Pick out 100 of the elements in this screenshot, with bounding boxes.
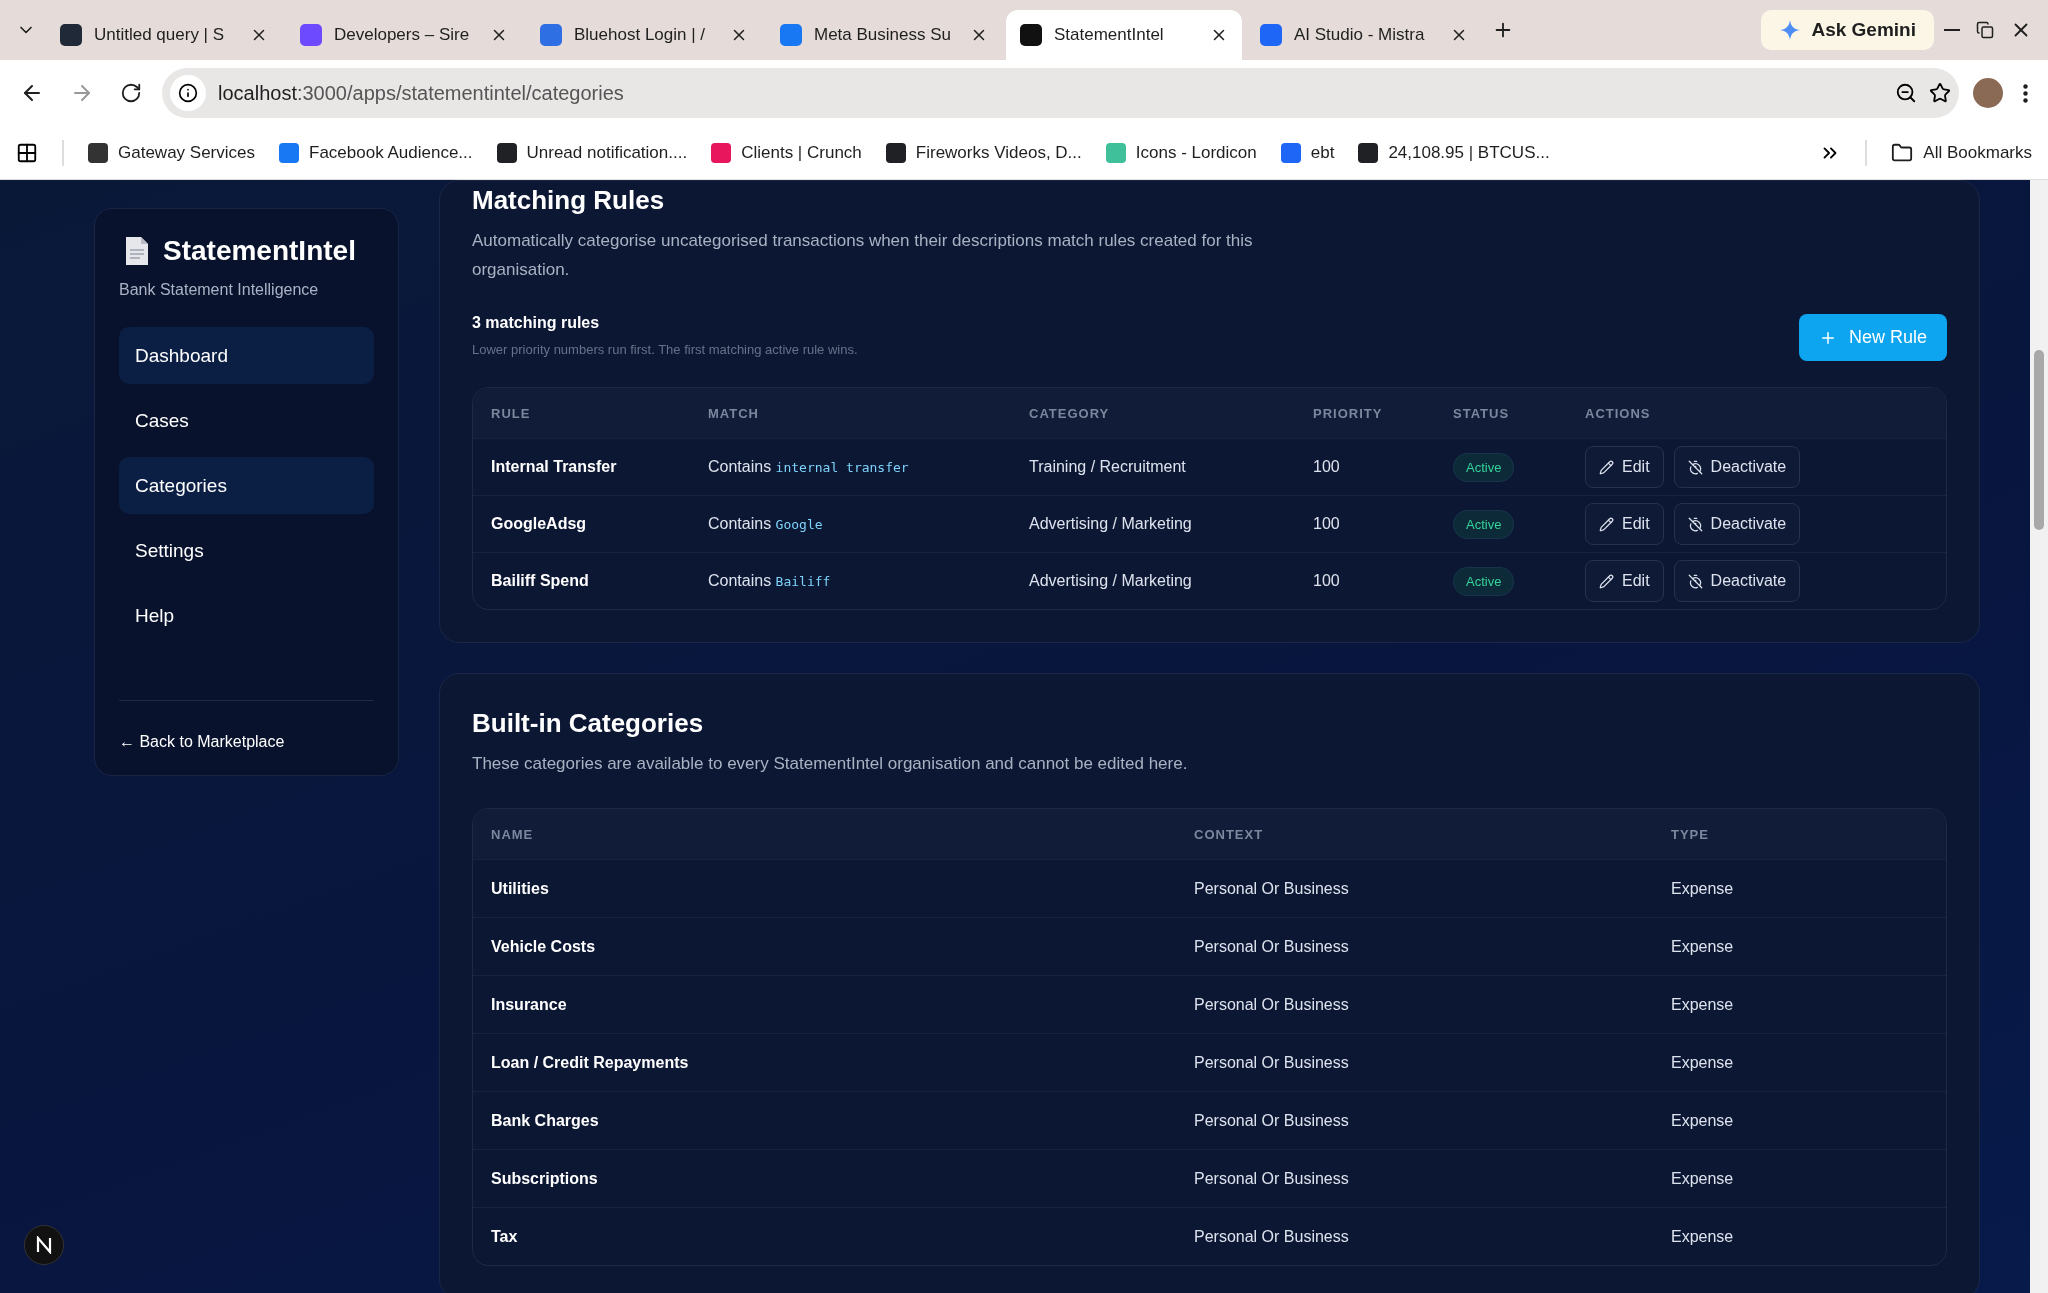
browser-tab[interactable]: AI Studio - Mistra xyxy=(1246,15,1482,55)
rules-hint: Lower priority numbers run first. The first matching active rule wins. xyxy=(472,342,858,357)
type-cell-text: Expense xyxy=(1671,937,1735,956)
section-description: Automatically categorise uncategorised transactions when their descriptions match rules created for this organisation. xyxy=(472,230,1254,281)
sidebar-item[interactable]: Settings xyxy=(119,522,374,579)
bookmark-link[interactable]: ebt xyxy=(1280,142,1335,163)
brand-name: StatementIntel xyxy=(163,235,356,267)
timer-off-icon xyxy=(1687,516,1703,532)
column-header: CONTEXT xyxy=(1194,826,1265,842)
type-cell-text: Expense xyxy=(1671,1111,1735,1130)
context-cell-text: Personal Or Business xyxy=(1194,1227,1350,1246)
bookmark-link[interactable]: 24,108.95 | BTCUS... xyxy=(1358,142,1550,163)
column-header: RULE xyxy=(491,405,532,421)
browser-tab[interactable]: Meta Business Su xyxy=(766,15,1002,55)
back-link[interactable]: ← Back to Marketplace xyxy=(119,700,374,751)
context-cell-text: Personal Or Business xyxy=(1194,1111,1350,1130)
profile-avatar[interactable] xyxy=(1973,78,2003,108)
type-cell-text: Expense xyxy=(1671,995,1735,1014)
edit-button[interactable]: Edit xyxy=(1585,446,1664,488)
sidebar-item[interactable]: Dashboard xyxy=(119,327,374,384)
category-name: Insurance xyxy=(491,995,568,1014)
bookmark-link[interactable]: Fireworks Videos, D... xyxy=(885,142,1082,163)
dev-tools-button[interactable] xyxy=(24,1225,64,1265)
rules-count: 3 matching rules xyxy=(472,314,601,332)
browser-tab[interactable]: Bluehost Login | / xyxy=(526,15,762,55)
category-cell-text: Advertising / Marketing xyxy=(1029,572,1193,590)
column-header: TYPE xyxy=(1671,826,1710,842)
status-badge: Active xyxy=(1453,452,1515,482)
category-name: Subscriptions xyxy=(491,1169,599,1188)
timer-off-icon xyxy=(1687,573,1703,589)
category-name: Utilities xyxy=(491,879,550,898)
minimize-icon xyxy=(1944,29,1960,31)
edit-button[interactable]: Edit xyxy=(1585,560,1664,602)
context-cell-text: Personal Or Business xyxy=(1194,1053,1350,1072)
folder-icon xyxy=(1891,141,1914,164)
bookmark-link[interactable]: Clients | Crunch xyxy=(711,142,862,163)
bookmark-star-icon[interactable] xyxy=(1929,82,1951,104)
column-header: PRIORITY xyxy=(1313,405,1384,421)
restore-icon xyxy=(1976,21,1994,39)
status-badge: Active xyxy=(1453,566,1515,596)
status-badge: Active xyxy=(1453,509,1515,539)
category-name: Vehicle Costs xyxy=(491,937,597,956)
match-cell-text: Contains Google xyxy=(708,515,824,533)
browser-tab[interactable]: StatementIntel xyxy=(1006,10,1242,60)
apps-icon[interactable] xyxy=(16,141,38,164)
rule-name: Internal Transfer xyxy=(491,458,618,476)
reload-icon xyxy=(120,82,142,104)
category-cell-text: Training / Recruitment xyxy=(1029,458,1187,476)
pencil-icon xyxy=(1599,516,1614,532)
bookmark-link[interactable]: Facebook Audience... xyxy=(279,142,473,163)
priority-cell-text: 100 xyxy=(1313,515,1341,533)
address-bar[interactable]: localhost:3000/apps/statementintel/categories xyxy=(162,68,1959,118)
bookmark-link[interactable]: Gateway Services xyxy=(88,142,255,163)
all-bookmarks-link[interactable]: All Bookmarks xyxy=(1891,141,2032,164)
deactivate-button[interactable]: Deactivate xyxy=(1673,560,1801,602)
browser-tab[interactable]: Developers – Sire xyxy=(286,15,522,55)
column-header: CATEGORY xyxy=(1029,405,1111,421)
type-cell-text: Expense xyxy=(1671,879,1735,898)
context-cell-text: Personal Or Business xyxy=(1194,995,1350,1014)
rule-name: GoogleAdsg xyxy=(491,515,588,533)
column-header: NAME xyxy=(491,826,535,842)
info-icon[interactable] xyxy=(170,75,206,111)
bookmark-link[interactable]: Icons - Lordicon xyxy=(1105,142,1257,163)
scrollbar-thumb[interactable] xyxy=(2034,350,2044,530)
brand-subtitle: Bank Statement Intelligence xyxy=(119,281,320,299)
column-header: MATCH xyxy=(708,405,760,421)
rule-name: Bailiff Spend xyxy=(491,572,590,590)
sidebar-item[interactable]: Cases xyxy=(119,392,374,449)
sidebar-item[interactable]: Help xyxy=(119,587,374,644)
edit-button[interactable]: Edit xyxy=(1585,503,1664,545)
column-header: ACTIONS xyxy=(1585,405,1652,421)
n-logo-icon xyxy=(35,1236,53,1254)
match-cell-text: Contains Bailiff xyxy=(708,572,832,590)
browser-tab[interactable]: Untitled query | S xyxy=(46,15,282,55)
section-title: Built-in Categories xyxy=(472,707,705,739)
menu-icon xyxy=(2023,83,2028,103)
context-cell-text: Personal Or Business xyxy=(1194,937,1350,956)
category-cell-text: Advertising / Marketing xyxy=(1029,515,1193,533)
pencil-icon xyxy=(1599,573,1614,589)
ask-gemini-button[interactable]: Ask Gemini xyxy=(1761,10,1934,50)
match-cell-text: Contains internal transfer xyxy=(708,458,910,476)
section-description: These categories are available to every StatementIntel organisation and cannot be edited here. xyxy=(472,753,1189,775)
column-header: STATUS xyxy=(1453,405,1511,421)
sidebar-item[interactable]: Categories xyxy=(119,457,374,514)
context-cell-text: Personal Or Business xyxy=(1194,879,1350,898)
pencil-icon xyxy=(1599,459,1614,475)
category-name: Tax xyxy=(491,1227,519,1246)
type-cell-text: Expense xyxy=(1671,1053,1735,1072)
deactivate-button[interactable]: Deactivate xyxy=(1673,446,1801,488)
deactivate-button[interactable]: Deactivate xyxy=(1673,503,1801,545)
category-name: Loan / Credit Repayments xyxy=(491,1053,690,1072)
type-cell-text: Expense xyxy=(1671,1227,1735,1246)
document-icon xyxy=(125,236,149,266)
bookmark-link[interactable]: Unread notification.... xyxy=(496,142,688,163)
zoom-icon[interactable] xyxy=(1895,82,1917,104)
scrollbar[interactable] xyxy=(2030,180,2048,1293)
priority-cell-text: 100 xyxy=(1313,572,1341,590)
context-cell-text: Personal Or Business xyxy=(1194,1169,1350,1188)
category-name: Bank Charges xyxy=(491,1111,600,1130)
timer-off-icon xyxy=(1687,459,1703,475)
